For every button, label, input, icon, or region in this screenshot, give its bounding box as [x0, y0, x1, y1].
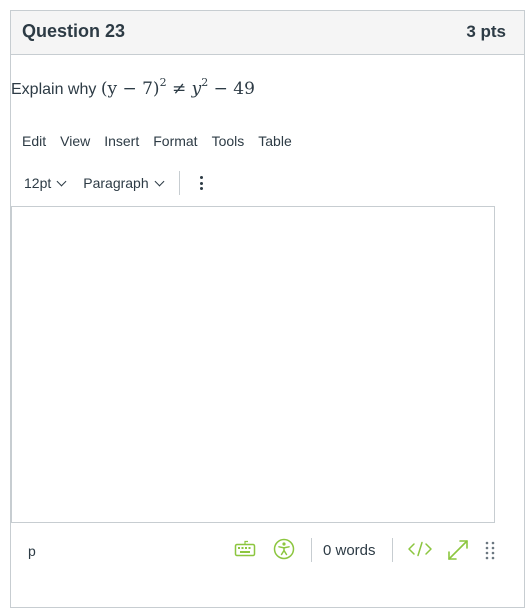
math-lhs-exponent: 2	[159, 76, 167, 89]
statusbar-divider	[311, 538, 312, 562]
math-rhs-exponent: 2	[201, 76, 209, 89]
math-lhs-base: (y − 7)	[100, 79, 160, 99]
accessibility-icon[interactable]	[273, 538, 295, 565]
math-rhs-variable: y	[191, 79, 202, 99]
word-count[interactable]: 0 words	[323, 542, 376, 559]
keyboard-icon[interactable]	[234, 538, 256, 565]
menu-tools[interactable]: Tools	[212, 133, 245, 155]
code-icon[interactable]	[407, 538, 433, 565]
question-title: Question 23	[22, 21, 126, 41]
menu-format[interactable]: Format	[153, 133, 197, 155]
question-prompt: Explain why (y − 7)2 ≠ y2 − 49	[11, 76, 255, 99]
editor-toolbar: 12pt Paragraph	[20, 168, 203, 198]
statusbar-divider	[392, 538, 393, 562]
question-points: 3 pts	[466, 22, 506, 41]
resize-handle-icon[interactable]	[484, 540, 496, 565]
rich-text-editor-area[interactable]	[11, 206, 495, 523]
editor-statusbar: p 0 words	[10, 530, 523, 570]
block-format-select[interactable]: Paragraph	[83, 175, 165, 191]
menu-edit[interactable]: Edit	[22, 133, 46, 155]
prompt-text: Explain why	[11, 81, 97, 98]
block-format-value: Paragraph	[83, 175, 149, 191]
math-rhs-tail: − 49	[213, 79, 255, 99]
math-relation: ≠	[171, 79, 187, 99]
math-expression: (y − 7)2 ≠ y2 − 49	[100, 76, 255, 99]
menu-insert[interactable]: Insert	[104, 133, 139, 155]
font-size-value: 12pt	[24, 175, 52, 191]
question-header: Question 23 3 pts	[11, 11, 524, 55]
toolbar-divider	[178, 171, 180, 195]
expand-icon[interactable]	[446, 538, 470, 567]
menu-view[interactable]: View	[60, 133, 90, 155]
editor-menubar: Edit View Insert Format Tools Table	[22, 133, 306, 155]
font-size-select[interactable]: 12pt	[24, 175, 67, 191]
more-vertical-icon[interactable]	[199, 176, 203, 190]
menu-table[interactable]: Table	[258, 133, 291, 155]
chevron-down-icon	[154, 176, 165, 186]
chevron-down-icon	[56, 176, 67, 186]
element-path[interactable]: p	[28, 543, 36, 559]
